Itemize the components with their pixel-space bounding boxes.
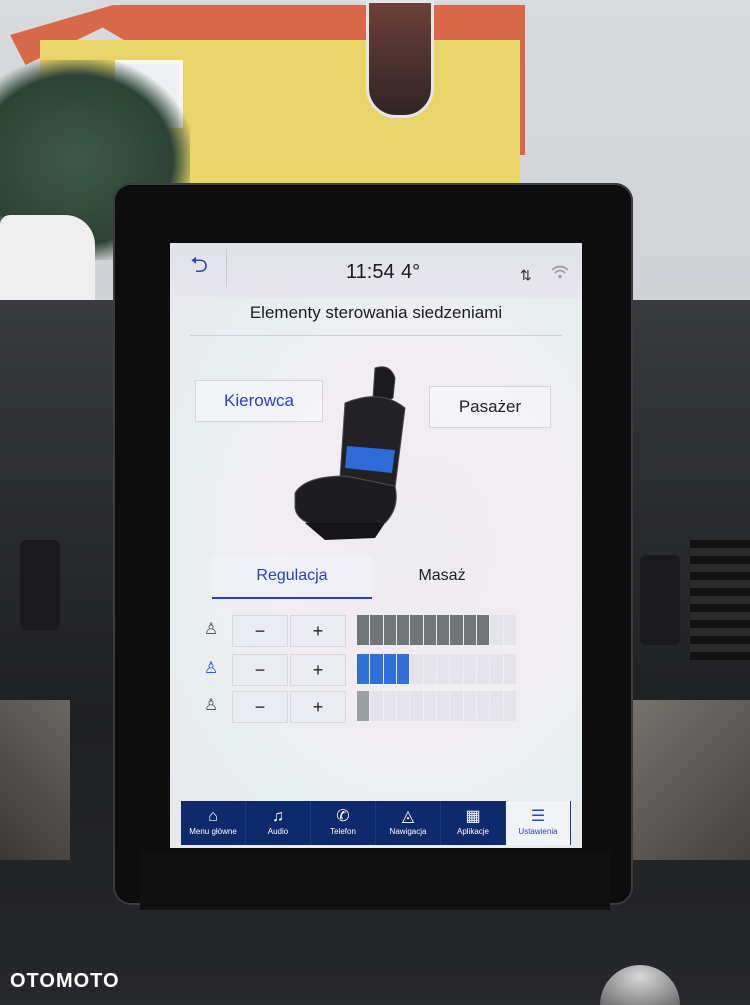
level-segment bbox=[357, 691, 370, 721]
tab-masaz[interactable]: Masaż bbox=[372, 555, 512, 597]
level-segment bbox=[383, 691, 396, 721]
level-segment bbox=[423, 654, 436, 684]
level-segment bbox=[503, 654, 516, 684]
nav-label: Telefon bbox=[330, 827, 356, 836]
decrease-button[interactable]: − bbox=[232, 615, 288, 647]
music-note-icon: ♫ bbox=[272, 808, 284, 825]
level-segment bbox=[490, 615, 503, 645]
watermark-logo: OTOMOTO bbox=[10, 970, 120, 992]
level-segment bbox=[476, 615, 490, 645]
level-segment bbox=[450, 691, 463, 721]
photo-air-vent-grille bbox=[690, 540, 750, 660]
photo-hanging-air-freshener bbox=[366, 0, 434, 118]
level-segment bbox=[436, 654, 450, 684]
level-segment bbox=[463, 691, 476, 721]
navigation-icon: ◬ bbox=[401, 808, 415, 825]
level-segment bbox=[396, 615, 410, 645]
nav-menu-glowne[interactable]: ⌂ Menu główne bbox=[181, 801, 246, 845]
title-divider bbox=[190, 335, 562, 336]
status-divider bbox=[226, 249, 227, 287]
infotainment-bezel-chin bbox=[140, 850, 610, 910]
level-bar[interactable] bbox=[357, 615, 517, 645]
level-segment bbox=[490, 691, 503, 721]
outside-temperature: 4° bbox=[401, 261, 421, 283]
level-segment bbox=[423, 691, 436, 721]
adjust-row-lumbar: ♙ − + bbox=[200, 654, 545, 686]
apps-grid-icon: ▦ bbox=[465, 808, 481, 825]
tab-regulacja[interactable]: Regulacja bbox=[212, 555, 372, 599]
adjust-row-backrest: ♙ − + bbox=[200, 615, 545, 647]
clock: 11:54 bbox=[346, 261, 395, 283]
level-segment bbox=[436, 615, 450, 645]
level-segment bbox=[490, 654, 503, 684]
level-segment bbox=[450, 615, 463, 645]
level-bar[interactable] bbox=[357, 691, 517, 721]
level-segment bbox=[423, 615, 436, 645]
seat-illustration-icon bbox=[294, 366, 406, 540]
level-segment bbox=[450, 654, 463, 684]
level-segment bbox=[476, 691, 490, 721]
level-segment bbox=[370, 691, 383, 721]
passenger-seat-button[interactable]: Pasażer bbox=[429, 386, 551, 428]
phone-icon: ✆ bbox=[336, 808, 350, 825]
nav-audio[interactable]: ♫ Audio bbox=[246, 801, 311, 845]
nav-telefon[interactable]: ✆ Telefon bbox=[311, 801, 376, 845]
tab-bar: Regulacja Masaż bbox=[212, 555, 542, 599]
increase-button[interactable]: + bbox=[290, 691, 346, 723]
nav-label: Ustawienia bbox=[518, 827, 558, 836]
status-bar: ⮌ 11:54 4° ⇅ bbox=[170, 243, 582, 298]
infotainment-screen: ⮌ 11:54 4° ⇅ Elementy sterowania siedzen… bbox=[170, 243, 582, 848]
bottom-nav: ⌂ Menu główne ♫ Audio ✆ Telefon ◬ Nawiga… bbox=[181, 801, 571, 845]
level-segment bbox=[357, 615, 370, 645]
seat-lumbar-icon: ♙ bbox=[203, 660, 219, 677]
level-segment bbox=[410, 654, 423, 684]
level-segment bbox=[436, 691, 450, 721]
level-segment bbox=[503, 615, 516, 645]
decrease-button[interactable]: − bbox=[232, 691, 288, 723]
increase-button[interactable]: + bbox=[290, 615, 346, 647]
back-arrow-icon[interactable]: ⮌ bbox=[178, 251, 220, 283]
level-segment bbox=[383, 615, 396, 645]
level-segment bbox=[370, 615, 383, 645]
level-segment bbox=[410, 615, 423, 645]
nav-label: Menu główne bbox=[189, 827, 237, 836]
level-segment bbox=[383, 654, 396, 684]
signal-icon: ⇅ bbox=[520, 267, 532, 283]
photo-parked-car bbox=[0, 215, 95, 305]
level-segment bbox=[370, 654, 383, 684]
nav-label: Nawigacja bbox=[389, 827, 427, 836]
level-segment bbox=[476, 654, 490, 684]
seat-cushion-icon: ♙ bbox=[203, 697, 219, 714]
level-segment bbox=[410, 691, 423, 721]
wifi-icon bbox=[551, 265, 569, 284]
home-icon: ⌂ bbox=[208, 808, 218, 825]
adjust-row-cushion: ♙ − + bbox=[200, 691, 545, 723]
decrease-button[interactable]: − bbox=[232, 654, 288, 686]
page-title: Elementy sterowania siedzeniami bbox=[249, 303, 503, 322]
level-segment bbox=[396, 654, 410, 684]
level-bar[interactable] bbox=[357, 654, 517, 684]
nav-ustawienia[interactable]: ☰ Ustawienia bbox=[506, 801, 571, 845]
increase-button[interactable]: + bbox=[290, 654, 346, 686]
nav-aplikacje[interactable]: ▦ Aplikacje bbox=[441, 801, 506, 845]
nav-label: Aplikacje bbox=[456, 827, 489, 836]
photo-air-vent-right bbox=[640, 555, 680, 645]
nav-nawigacja[interactable]: ◬ Nawigacja bbox=[376, 801, 441, 845]
level-segment bbox=[396, 691, 410, 721]
settings-sliders-icon: ☰ bbox=[530, 808, 546, 825]
level-segment bbox=[463, 654, 476, 684]
seat-back-icon: ♙ bbox=[203, 621, 219, 638]
photo-dash-trim-left bbox=[0, 700, 70, 860]
level-segment bbox=[463, 615, 476, 645]
level-segment bbox=[357, 654, 370, 684]
nav-label: Audio bbox=[267, 827, 289, 836]
level-segment bbox=[503, 691, 516, 721]
photo-air-vent-left bbox=[20, 540, 60, 630]
